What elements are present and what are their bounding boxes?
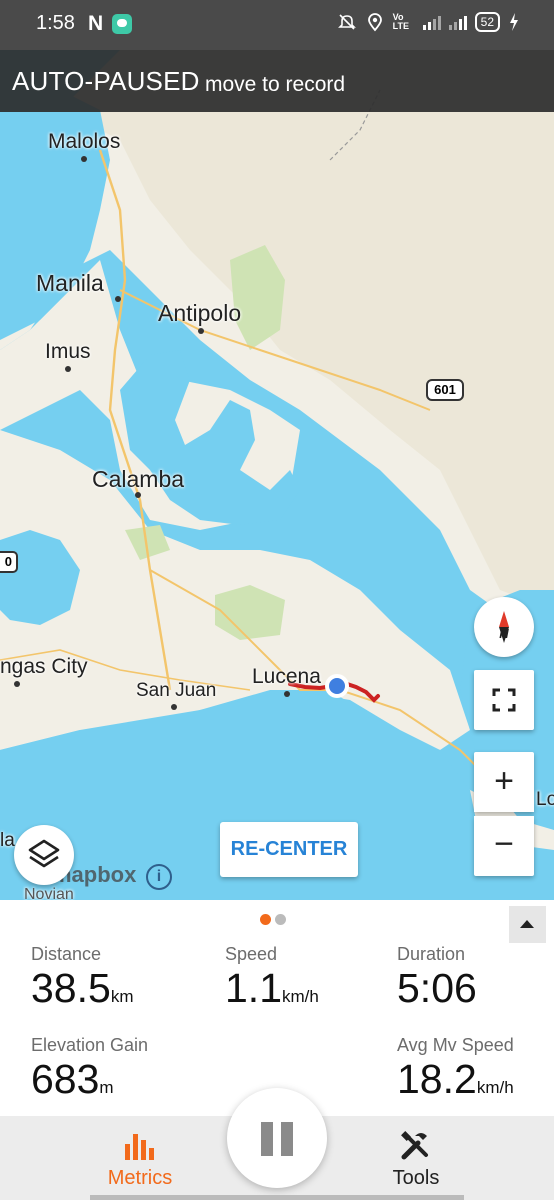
nav-tab-metrics[interactable]: Metrics — [100, 1130, 180, 1196]
metric-value: 5:06 — [397, 965, 477, 1011]
place-antipolo: Antipolo — [158, 300, 242, 326]
nav-label-tools: Tools — [392, 1167, 440, 1189]
map-canvas[interactable] — [0, 50, 554, 900]
place-imus: Imus — [45, 340, 91, 363]
route-edge-shield: 0 — [0, 551, 18, 573]
re-center-button[interactable]: RE-CENTER — [220, 822, 358, 877]
pager-dot — [275, 914, 286, 925]
metric-elevation-gain: Elevation Gain 683m — [31, 1035, 148, 1103]
fullscreen-button[interactable] — [474, 670, 534, 730]
map-view[interactable]: Malolos Manila Antipolo Imus Calamba nga… — [0, 50, 554, 900]
lucena-dot — [284, 691, 290, 697]
antipolo-dot — [198, 328, 204, 334]
place-san-juan: San Juan — [136, 680, 217, 701]
layers-icon — [28, 839, 60, 868]
layers-button[interactable] — [14, 825, 74, 885]
place-novian: Novian — [24, 886, 74, 900]
svg-text:N: N — [499, 626, 509, 641]
metric-unit: m — [99, 1078, 114, 1097]
metric-label: Elevation Gain — [31, 1035, 149, 1055]
signal-icon — [422, 14, 441, 30]
metric-unit: km — [110, 987, 134, 1006]
metric-label: Avg Mv Speed — [397, 1035, 514, 1055]
fullscreen-icon — [492, 688, 516, 712]
metric-label: Duration — [397, 944, 466, 964]
metric-unit: km/h — [282, 987, 319, 1006]
battery-icon: 52 — [474, 12, 500, 32]
place-lucena: Lucena — [252, 665, 321, 688]
malolos-dot — [81, 156, 87, 162]
collapse-panel-button[interactable] — [509, 906, 546, 943]
status-bar: 1:58 N Vo LTE 52 — [0, 0, 554, 50]
location-icon — [367, 13, 382, 32]
metric-value: 38.5 — [31, 965, 111, 1011]
place-manila: Manila — [36, 270, 104, 296]
mute-icon — [337, 14, 356, 30]
place-batangas-city: ngas City — [0, 655, 88, 678]
signal-icon-2 — [448, 14, 467, 30]
metric-value: 1.1 — [225, 965, 282, 1011]
volte-icon: Vo LTE — [392, 12, 409, 31]
pager-dots — [260, 914, 286, 925]
metric-duration: Duration 5:06 — [397, 944, 477, 1012]
place-la: la — [0, 830, 15, 851]
route-601-shield: 601 — [426, 379, 464, 401]
status-icons: Vo LTE 52 — [337, 12, 520, 32]
place-calamba: Calamba — [92, 466, 185, 492]
auto-paused-banner: AUTO-PAUSED move to record — [0, 50, 554, 112]
auto-paused-label: AUTO-PAUSED — [12, 66, 200, 96]
zoom-out-button[interactable]: − — [474, 816, 534, 876]
manila-dot — [115, 296, 121, 302]
pager-dot-active — [260, 914, 271, 925]
metric-unit: km/h — [476, 1078, 514, 1097]
nav-tab-tools[interactable]: Tools — [376, 1130, 456, 1196]
metric-speed: Speed 1.1km/h — [225, 944, 319, 1012]
pause-icon-bar — [281, 1122, 293, 1156]
auto-paused-hint: move to record — [205, 73, 346, 96]
zoom-in-button[interactable]: + — [474, 752, 534, 812]
message-icon — [112, 14, 132, 34]
imus-dot — [65, 366, 71, 372]
info-icon[interactable]: i — [146, 864, 172, 890]
compass-icon: N — [499, 611, 509, 643]
metric-value: 683 — [31, 1056, 100, 1102]
place-lo: Lo — [536, 789, 554, 810]
metric-label: Distance — [31, 944, 102, 964]
charging-icon — [510, 13, 518, 31]
current-location-icon — [329, 678, 345, 694]
bar-chart-icon — [125, 1134, 154, 1160]
metric-distance: Distance 38.5km — [31, 944, 133, 1012]
pause-button[interactable] — [227, 1088, 327, 1188]
place-malolos: Malolos — [48, 130, 121, 153]
n-notification-icon: N — [88, 12, 104, 35]
batangas-dot — [14, 681, 20, 687]
nav-label-metrics: Metrics — [107, 1167, 173, 1189]
compass-button[interactable]: N — [474, 597, 534, 657]
metric-avg-mv-speed: Avg Mv Speed 18.2km/h — [397, 1035, 514, 1103]
tools-icon — [401, 1131, 428, 1160]
pause-icon — [261, 1122, 273, 1156]
home-indicator[interactable] — [90, 1195, 464, 1200]
metric-label: Speed — [225, 944, 278, 964]
status-time: 1:58 — [36, 12, 75, 34]
san-juan-dot — [171, 704, 177, 710]
metric-value: 18.2 — [397, 1056, 477, 1102]
